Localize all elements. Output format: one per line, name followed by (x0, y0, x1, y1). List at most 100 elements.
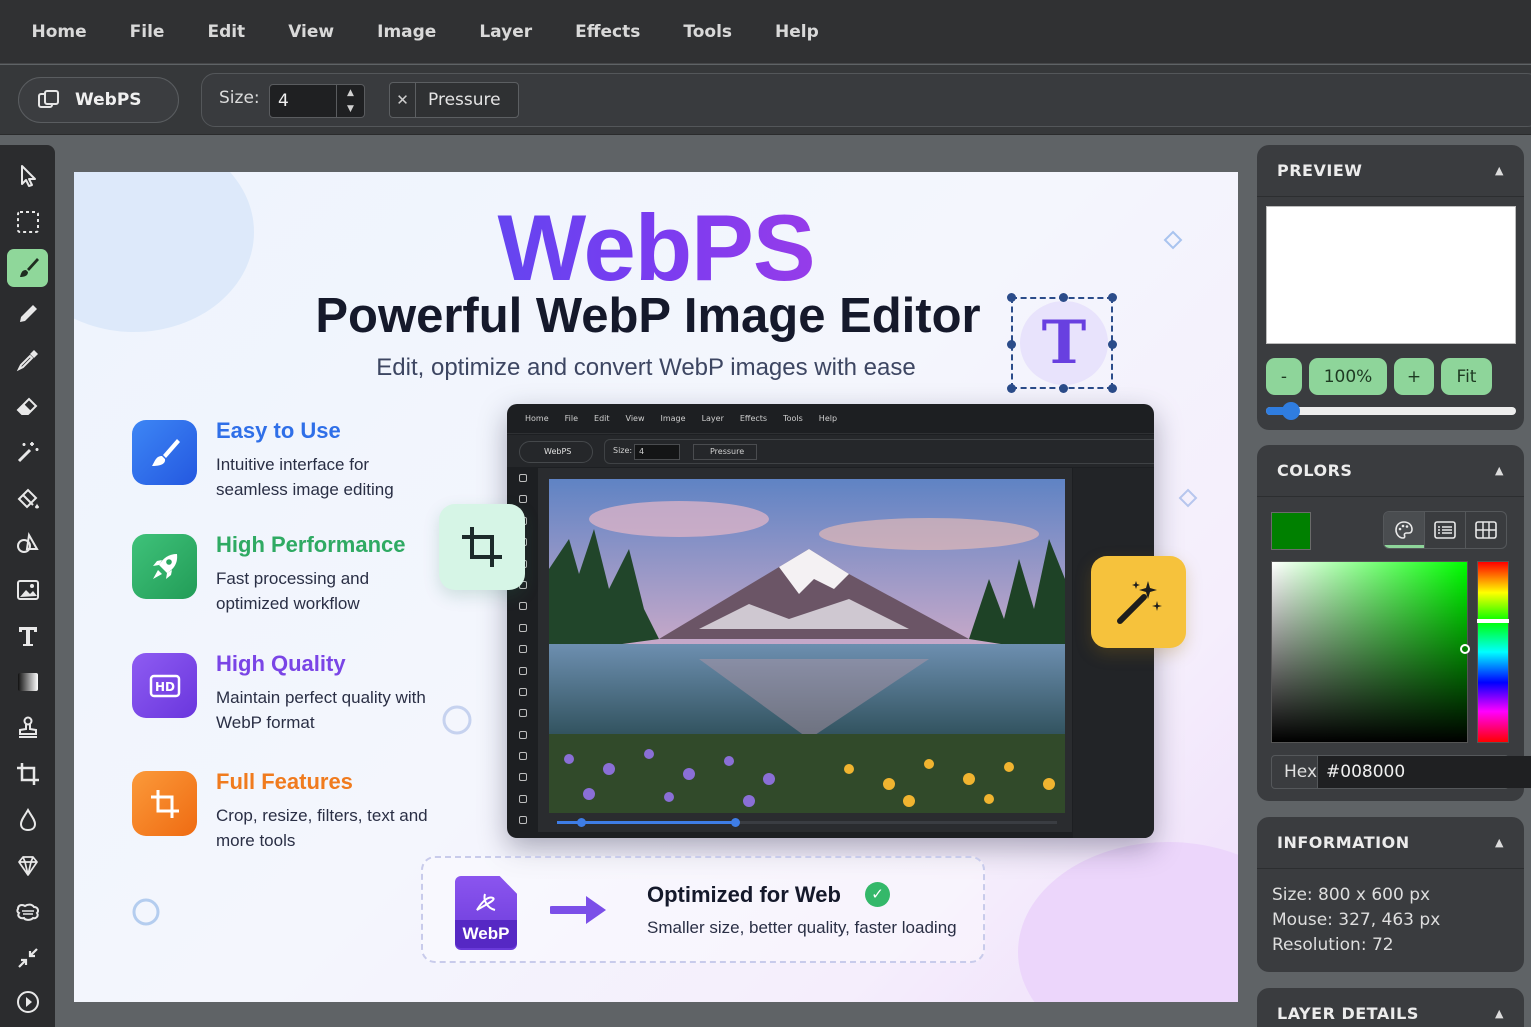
menu-image[interactable]: Image (356, 22, 458, 42)
preview-thumbnail (1266, 206, 1516, 344)
palette-mode-tab[interactable] (1384, 512, 1425, 548)
brush-tool[interactable] (7, 249, 48, 287)
size-input[interactable] (270, 85, 336, 117)
shapes-tool[interactable] (7, 525, 48, 563)
mockup-menu-item: View (625, 414, 645, 423)
close-icon[interactable]: ✕ (390, 83, 416, 117)
menu-help[interactable]: Help (754, 22, 841, 42)
fill-icon (17, 488, 39, 509)
colors-panel-header[interactable]: COLORS ▲ (1257, 445, 1524, 497)
crop-tool[interactable] (7, 755, 48, 793)
resize-handle[interactable] (1108, 340, 1117, 349)
eyedropper-tool[interactable] (7, 341, 48, 379)
text-tool[interactable] (7, 617, 48, 655)
mockup-slider (557, 818, 1057, 827)
mockup-options: WebPS Size: 4 Pressure (507, 435, 1154, 467)
gradient-icon (17, 673, 38, 691)
resize-handle[interactable] (1007, 340, 1016, 349)
fill-tool[interactable] (7, 479, 48, 517)
svg-text:HD: HD (154, 680, 174, 694)
current-color-swatch[interactable] (1271, 512, 1311, 550)
hex-input[interactable] (1318, 756, 1531, 788)
stamp-tool[interactable] (7, 709, 48, 747)
list-mode-tab[interactable] (1425, 512, 1466, 548)
stepper-down-icon[interactable]: ▼ (337, 101, 364, 117)
web-box-title: Optimized for Web (647, 882, 841, 907)
app-name: WebPS (75, 90, 142, 110)
menu-view[interactable]: View (267, 22, 356, 42)
smudge-tool[interactable] (7, 893, 48, 931)
feature-desc: Crop, resize, filters, text and more too… (216, 806, 428, 850)
hue-slider-handle[interactable] (1477, 619, 1509, 623)
collapse-icon[interactable]: ▲ (1495, 164, 1504, 177)
saturation-value-picker[interactable] (1271, 561, 1468, 743)
resize-handle[interactable] (1108, 293, 1117, 302)
menu-layer[interactable]: Layer (458, 22, 554, 42)
sharpen-tool[interactable] (7, 847, 48, 885)
mountain-lake-photo (549, 479, 1065, 813)
menu-edit[interactable]: Edit (186, 22, 267, 42)
stepper-up-icon[interactable]: ▲ (337, 85, 364, 101)
layer-details-panel-header[interactable]: LAYER DETAILS ▲ (1257, 988, 1524, 1027)
panel-title: LAYER DETAILS (1277, 1003, 1419, 1023)
menu-file[interactable]: File (108, 22, 186, 42)
text-selection-box[interactable]: T (1007, 293, 1117, 393)
play-tool[interactable] (7, 983, 48, 1021)
resize-icon (17, 948, 38, 968)
blur-tool[interactable] (7, 801, 48, 839)
resize-handle[interactable] (1007, 293, 1016, 302)
marquee-tool[interactable] (7, 203, 48, 241)
feature-title: High Quality (216, 651, 346, 676)
pencil-icon (19, 305, 37, 322)
image-tool[interactable] (7, 571, 48, 609)
zoom-in-button[interactable]: + (1394, 358, 1434, 395)
info-resolution: Resolution: 72 (1272, 935, 1394, 955)
info-image-size: Size: 800 x 600 px (1272, 885, 1431, 905)
feature-icon: HD (132, 653, 197, 718)
zoom-fit-button[interactable]: Fit (1441, 358, 1492, 395)
menu-tools[interactable]: Tools (662, 22, 754, 42)
eraser-icon (16, 397, 37, 415)
image-icon (16, 580, 39, 600)
saturation-value-handle[interactable] (1460, 644, 1470, 654)
gradient-tool[interactable] (7, 663, 48, 701)
size-stepper[interactable]: ▲ ▼ (336, 85, 364, 117)
rocket-icon (152, 553, 177, 579)
preview-panel-header[interactable]: PREVIEW ▲ (1257, 145, 1524, 197)
menu-effects[interactable]: Effects (554, 22, 662, 42)
resize-handle[interactable] (1108, 384, 1117, 393)
preview-panel: PREVIEW ▲ - 100% + Fit (1257, 145, 1524, 430)
crop-icon (16, 763, 39, 785)
pointer-tool[interactable] (7, 157, 48, 195)
panel-title: PREVIEW (1277, 161, 1363, 180)
eyedropper-icon (16, 350, 38, 372)
mockup-menu-item: Effects (739, 414, 768, 423)
information-panel-header[interactable]: INFORMATION ▲ (1257, 817, 1524, 869)
eraser-tool[interactable] (7, 387, 48, 425)
collapse-icon[interactable]: ▲ (1495, 464, 1504, 477)
zoom-slider-handle[interactable] (1282, 402, 1300, 420)
mockup-brush-options: Size: 4 Pressure (604, 439, 1154, 464)
pencil-tool[interactable] (7, 295, 48, 333)
magic-wand-tool[interactable] (7, 433, 48, 471)
resize-tool[interactable] (7, 939, 48, 977)
text-badge: T (1020, 301, 1108, 385)
collapse-icon[interactable]: ▲ (1495, 836, 1504, 849)
app-switcher-button[interactable]: WebPS (18, 77, 179, 123)
zoom-level-button[interactable]: 100% (1309, 358, 1387, 395)
pressure-toggle[interactable]: ✕ Pressure (389, 82, 519, 118)
optimized-for-web-box: WebP Optimized for Web ✓ Smaller size, b… (421, 856, 985, 963)
image-canvas[interactable]: WebPS Powerful WebP Image Editor Edit, o… (74, 172, 1238, 1002)
resize-handle[interactable] (1059, 293, 1068, 302)
collapse-icon[interactable]: ▲ (1495, 1007, 1504, 1020)
grid-mode-tab[interactable] (1466, 512, 1506, 548)
resize-handle[interactable] (1059, 384, 1068, 393)
menu-home[interactable]: Home (10, 22, 108, 42)
zoom-out-button[interactable]: - (1266, 358, 1302, 395)
zoom-slider[interactable] (1266, 402, 1516, 420)
feature-desc: Maintain perfect quality with WebP forma… (216, 688, 426, 732)
resize-handle[interactable] (1007, 384, 1016, 393)
crop-icon (462, 527, 502, 567)
hue-slider[interactable] (1477, 561, 1509, 743)
hd-icon: HD (149, 674, 180, 697)
